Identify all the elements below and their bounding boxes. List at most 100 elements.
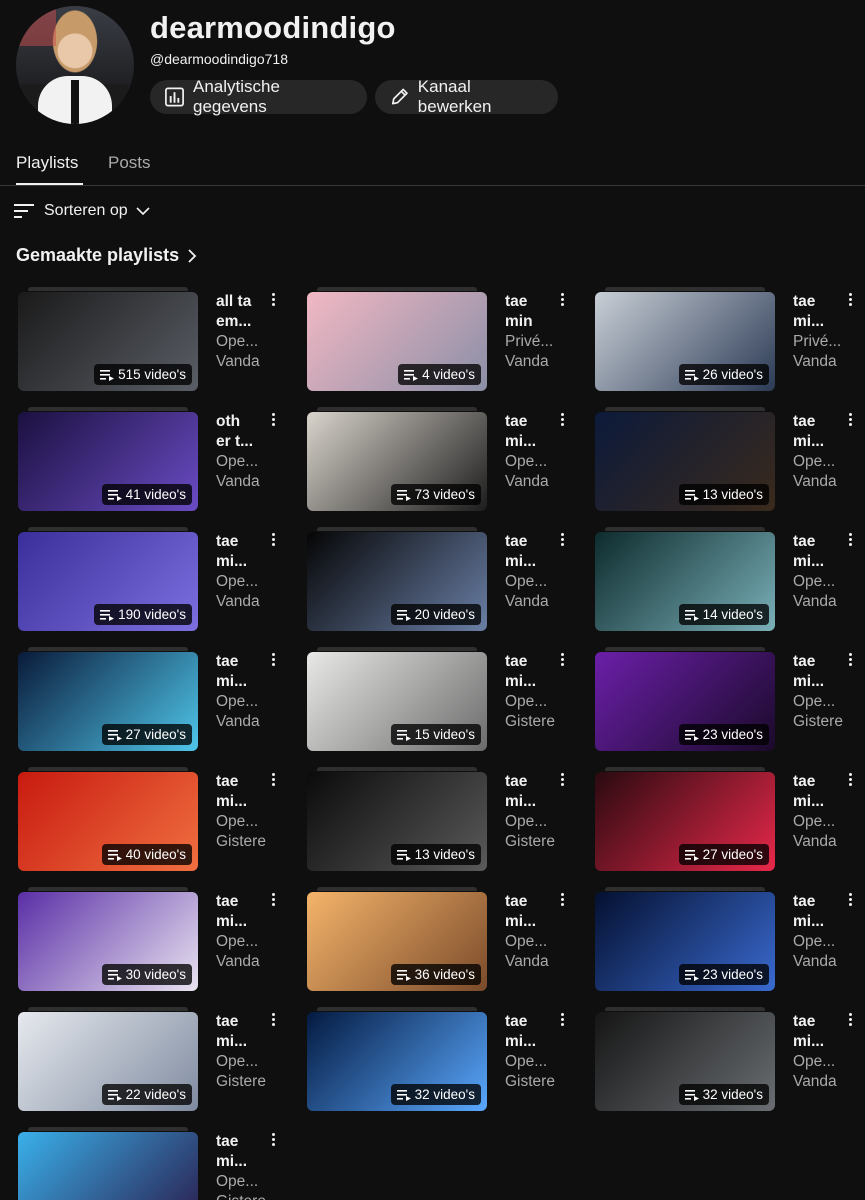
playlist-thumbnail[interactable]: 73 video's bbox=[307, 412, 487, 511]
playlist-info[interactable]: tae mi... Ope... Vanda bbox=[793, 532, 843, 612]
playlist-info[interactable]: tae min Privé... Vanda bbox=[505, 292, 555, 372]
playlist-card[interactable]: 27 video's tae mi... Ope... Vanda bbox=[595, 767, 865, 877]
edit-channel-button[interactable]: Kanaal bewerken bbox=[375, 77, 558, 116]
playlist-card[interactable]: 23 video's tae mi... Ope... Gistere bbox=[595, 647, 865, 757]
more-options-icon[interactable] bbox=[845, 292, 855, 308]
playlist-thumbnail[interactable]: 23 video's bbox=[595, 892, 775, 991]
playlist-thumbnail[interactable]: 14 video's bbox=[595, 532, 775, 631]
playlist-card[interactable]: 32 video's tae mi... Ope... Vanda bbox=[595, 1007, 865, 1117]
playlist-thumbnail[interactable]: 32 video's bbox=[307, 1012, 487, 1111]
more-options-icon[interactable] bbox=[268, 772, 278, 788]
more-options-icon[interactable] bbox=[557, 1012, 567, 1028]
playlist-info[interactable]: tae mi... Ope... Gistere bbox=[216, 1012, 266, 1092]
playlist-card[interactable]: 73 video's tae mi... Ope... Vanda bbox=[307, 407, 577, 517]
playlist-thumbnail[interactable]: 30 video's bbox=[18, 892, 198, 991]
more-options-icon[interactable] bbox=[845, 1012, 855, 1028]
more-options-icon[interactable] bbox=[268, 292, 278, 308]
more-options-icon[interactable] bbox=[268, 1132, 278, 1148]
playlist-card[interactable]: 14 video's tae mi... Ope... Vanda bbox=[595, 527, 865, 637]
sort-dropdown[interactable]: Sorteren op bbox=[14, 202, 160, 220]
more-options-icon[interactable] bbox=[557, 772, 567, 788]
playlist-card[interactable]: 40 video's tae mi... Ope... Gistere bbox=[18, 767, 288, 877]
playlist-info[interactable]: all ta em... Ope... Vanda bbox=[216, 292, 266, 372]
playlist-card[interactable]: 20 video's tae mi... Ope... Vanda bbox=[307, 527, 577, 637]
playlist-thumbnail[interactable]: 515 video's bbox=[18, 292, 198, 391]
playlist-thumbnail[interactable]: 190 video's bbox=[18, 532, 198, 631]
video-count: 4 video's bbox=[422, 367, 475, 382]
playlist-info[interactable]: tae mi... Ope... Gistere bbox=[505, 1012, 555, 1092]
playlist-info[interactable]: tae mi... Ope... Gistere bbox=[793, 652, 843, 732]
playlist-thumbnail[interactable]: 13 video's bbox=[307, 772, 487, 871]
more-options-icon[interactable] bbox=[557, 412, 567, 428]
playlist-thumbnail[interactable]: 20 video's bbox=[307, 532, 487, 631]
playlist-thumbnail[interactable]: 27 video's bbox=[18, 652, 198, 751]
playlist-info[interactable]: oth er t... Ope... Vanda bbox=[216, 412, 266, 492]
playlist-card[interactable]: 13 video's tae mi... Ope... Gistere bbox=[307, 767, 577, 877]
playlist-card[interactable]: 22 video's tae mi... Ope... Gistere bbox=[18, 1007, 288, 1117]
playlist-thumbnail[interactable]: 4 video's bbox=[307, 292, 487, 391]
playlist-card[interactable]: 26 video's tae mi... Privé... Vanda bbox=[595, 287, 865, 397]
playlist-info[interactable]: tae mi... Ope... Vanda bbox=[793, 412, 843, 492]
playlist-info[interactable]: tae mi... Ope... Vanda bbox=[505, 412, 555, 492]
created-playlists-heading[interactable]: Gemaakte playlists bbox=[16, 245, 197, 266]
playlist-card[interactable]: 27 video's tae mi... Ope... Vanda bbox=[18, 647, 288, 757]
playlist-info[interactable]: tae mi... Ope... Vanda bbox=[505, 532, 555, 612]
tab-playlists[interactable]: Playlists bbox=[16, 153, 78, 173]
video-count: 22 video's bbox=[125, 1087, 186, 1102]
playlist-card[interactable]: 36 video's tae mi... Ope... Vanda bbox=[307, 887, 577, 997]
more-options-icon[interactable] bbox=[268, 652, 278, 668]
playlist-card[interactable]: 13 video's tae mi... Ope... Vanda bbox=[595, 407, 865, 517]
playlist-card[interactable]: 30 video's tae mi... Ope... Vanda bbox=[18, 887, 288, 997]
playlist-card[interactable]: 41 video's oth er t... Ope... Vanda bbox=[18, 407, 288, 517]
more-options-icon[interactable] bbox=[845, 652, 855, 668]
playlist-card[interactable]: 32 video's tae mi... Ope... Gistere bbox=[307, 1007, 577, 1117]
playlist-info[interactable]: tae mi... Ope... Gistere bbox=[216, 1132, 266, 1200]
playlist-thumbnail[interactable]: 22 video's bbox=[18, 1012, 198, 1111]
playlist-card[interactable]: 190 video's tae mi... Ope... Vanda bbox=[18, 527, 288, 637]
more-options-icon[interactable] bbox=[557, 652, 567, 668]
playlist-thumbnail[interactable]: 26 video's bbox=[595, 292, 775, 391]
playlist-thumbnail[interactable]: 15 video's bbox=[307, 652, 487, 751]
playlist-thumbnail[interactable]: 27 video's bbox=[595, 772, 775, 871]
channel-avatar[interactable] bbox=[16, 6, 134, 124]
playlist-info[interactable]: tae mi... Ope... Gistere bbox=[505, 772, 555, 852]
tab-posts[interactable]: Posts bbox=[108, 153, 151, 173]
playlist-thumbnail[interactable] bbox=[18, 1132, 198, 1200]
more-options-icon[interactable] bbox=[268, 1012, 278, 1028]
more-options-icon[interactable] bbox=[557, 892, 567, 908]
playlist-info[interactable]: tae mi... Ope... Vanda bbox=[793, 772, 843, 852]
playlist-icon bbox=[404, 369, 419, 381]
playlist-thumbnail[interactable]: 32 video's bbox=[595, 1012, 775, 1111]
more-options-icon[interactable] bbox=[845, 772, 855, 788]
playlist-info[interactable]: tae mi... Ope... Vanda bbox=[216, 532, 266, 612]
playlist-card[interactable]: 515 video's all ta em... Ope... Vanda bbox=[18, 287, 288, 397]
playlist-card[interactable]: 4 video's tae min Privé... Vanda bbox=[307, 287, 577, 397]
playlist-card[interactable]: 23 video's tae mi... Ope... Vanda bbox=[595, 887, 865, 997]
playlist-thumbnail[interactable]: 13 video's bbox=[595, 412, 775, 511]
playlist-thumbnail[interactable]: 41 video's bbox=[18, 412, 198, 511]
playlist-card[interactable]: tae mi... Ope... Gistere bbox=[18, 1127, 288, 1200]
playlist-info[interactable]: tae mi... Ope... Vanda bbox=[505, 892, 555, 972]
playlist-thumbnail[interactable]: 23 video's bbox=[595, 652, 775, 751]
playlist-info[interactable]: tae mi... Ope... Gistere bbox=[505, 652, 555, 732]
playlist-thumbnail[interactable]: 36 video's bbox=[307, 892, 487, 991]
analytics-button[interactable]: Analytische gegevens bbox=[150, 77, 367, 116]
playlist-info[interactable]: tae mi... Ope... Vanda bbox=[793, 1012, 843, 1092]
playlist-info[interactable]: tae mi... Ope... Vanda bbox=[793, 892, 843, 972]
playlist-thumbnail[interactable]: 40 video's bbox=[18, 772, 198, 871]
more-options-icon[interactable] bbox=[845, 412, 855, 428]
more-options-icon[interactable] bbox=[557, 292, 567, 308]
playlist-title-line: er t... bbox=[216, 433, 254, 450]
playlist-card[interactable]: 15 video's tae mi... Ope... Gistere bbox=[307, 647, 577, 757]
playlist-info[interactable]: tae mi... Ope... Vanda bbox=[216, 892, 266, 972]
more-options-icon[interactable] bbox=[268, 532, 278, 548]
playlist-info[interactable]: tae mi... Ope... Gistere bbox=[216, 772, 266, 852]
more-options-icon[interactable] bbox=[268, 412, 278, 428]
more-options-icon[interactable] bbox=[268, 892, 278, 908]
more-options-icon[interactable] bbox=[845, 532, 855, 548]
more-options-icon[interactable] bbox=[845, 892, 855, 908]
more-options-icon[interactable] bbox=[557, 532, 567, 548]
playlist-info[interactable]: tae mi... Ope... Vanda bbox=[216, 652, 266, 732]
playlist-title-line: tae bbox=[505, 1013, 528, 1030]
playlist-info[interactable]: tae mi... Privé... Vanda bbox=[793, 292, 843, 372]
